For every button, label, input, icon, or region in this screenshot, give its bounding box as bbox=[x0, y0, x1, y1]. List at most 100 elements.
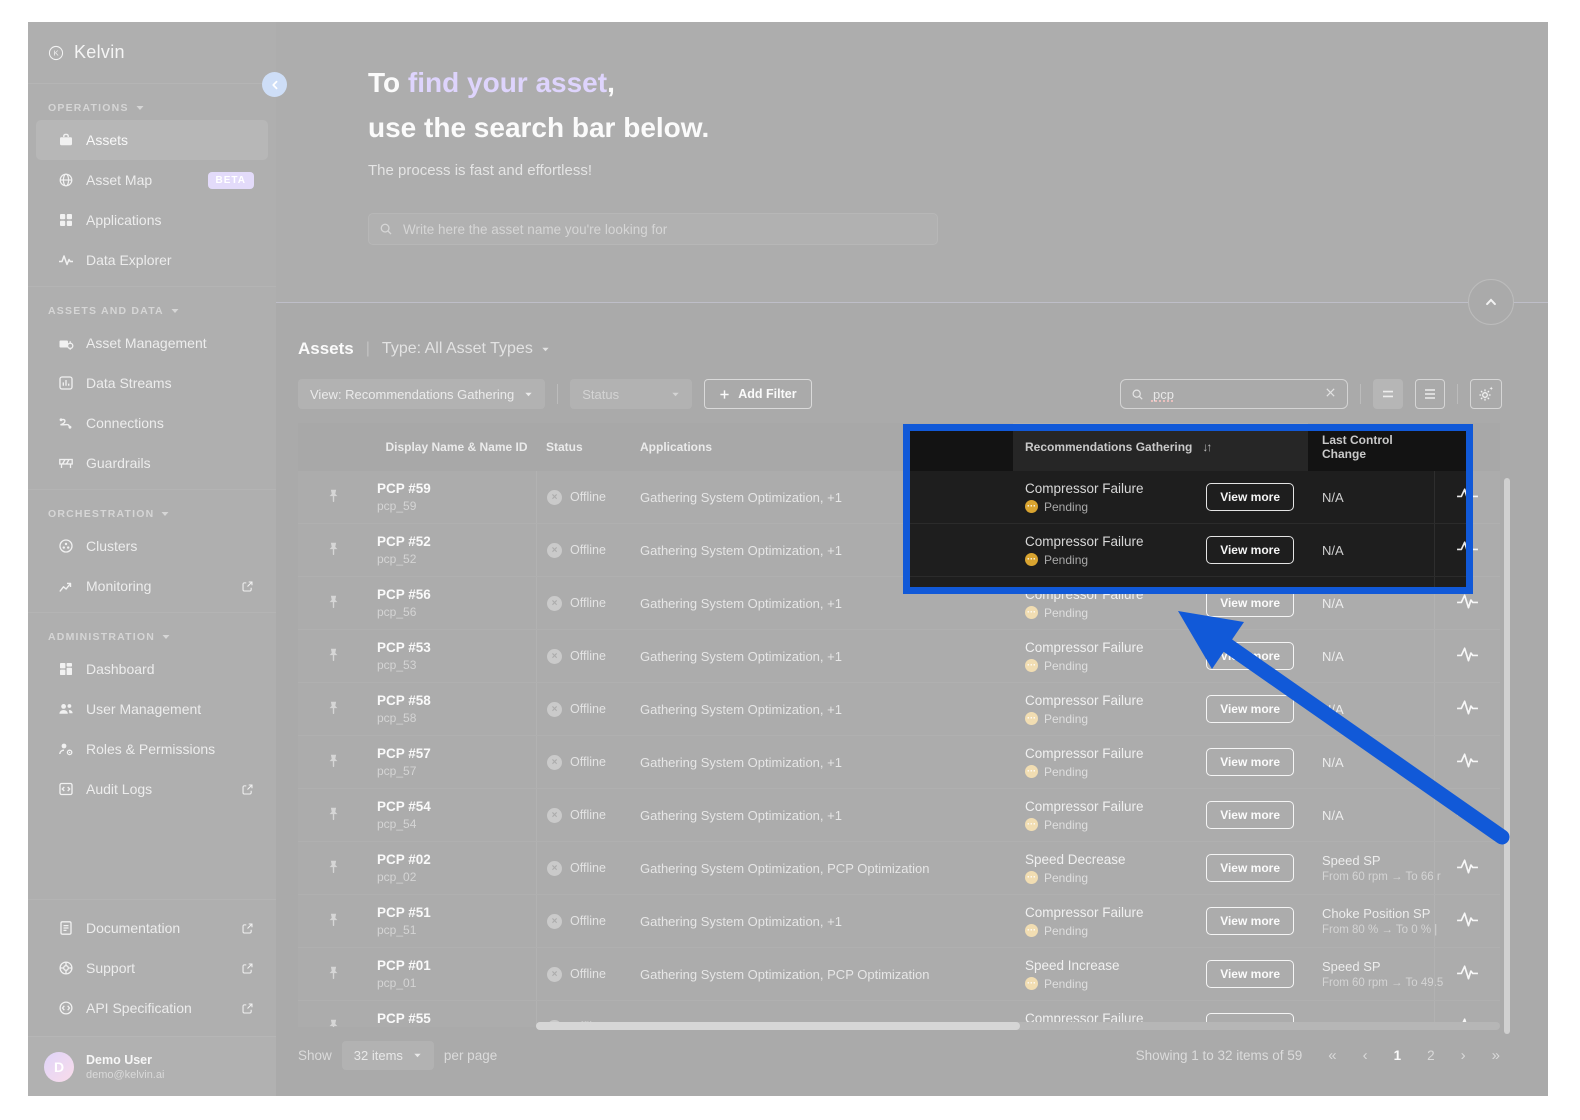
column-header-status[interactable]: Status bbox=[536, 423, 628, 471]
waveform-button[interactable] bbox=[1456, 804, 1479, 826]
asset-search[interactable] bbox=[368, 213, 938, 245]
view-more-button[interactable]: View more bbox=[1206, 960, 1294, 988]
asset-name[interactable]: PCP #52 bbox=[377, 534, 431, 549]
sidebar-item-user-management[interactable]: User Management bbox=[36, 689, 268, 729]
pin-button[interactable] bbox=[326, 912, 341, 930]
asset-name[interactable]: PCP #57 bbox=[377, 746, 431, 761]
pin-button[interactable] bbox=[326, 806, 341, 824]
table-row[interactable]: PCP #02 pcp_02 × Offline Gathering Syste… bbox=[298, 842, 1500, 895]
applications-label[interactable]: Gathering System Optimization, +1 bbox=[640, 755, 842, 770]
pin-button[interactable] bbox=[326, 700, 341, 718]
view-more-button[interactable]: View more bbox=[1206, 589, 1294, 617]
view-more-button[interactable]: View more bbox=[1206, 907, 1294, 935]
table-settings-button[interactable] bbox=[1470, 379, 1502, 409]
asset-name[interactable]: PCP #01 bbox=[377, 958, 431, 973]
pagination-prev-button[interactable]: ‹ bbox=[1363, 1047, 1368, 1064]
table-row[interactable]: PCP #57 pcp_57 × Offline Gathering Syste… bbox=[298, 736, 1500, 789]
applications-label[interactable]: Gathering System Optimization, PCP Optim… bbox=[640, 861, 930, 876]
sidebar-collapse-button[interactable] bbox=[262, 72, 287, 97]
table-row[interactable]: PCP #52 pcp_52 × Offline Gathering Syste… bbox=[298, 524, 1500, 577]
waveform-button[interactable] bbox=[1456, 751, 1479, 773]
sidebar-section-header[interactable]: ORCHESTRATION bbox=[28, 500, 276, 526]
view-more-button[interactable]: View more bbox=[1206, 854, 1294, 882]
pin-button[interactable] bbox=[326, 647, 341, 665]
sort-icon[interactable]: ↓↑ bbox=[1202, 440, 1210, 454]
asset-name[interactable]: PCP #59 bbox=[377, 481, 431, 496]
table-row[interactable]: PCP #56 pcp_56 × Offline Gathering Syste… bbox=[298, 577, 1500, 630]
column-header-applications[interactable]: Applications bbox=[628, 423, 1013, 471]
sidebar-item-roles-permissions[interactable]: Roles & Permissions bbox=[36, 729, 268, 769]
waveform-button[interactable] bbox=[1456, 539, 1479, 561]
sidebar-item-clusters[interactable]: Clusters bbox=[36, 526, 268, 566]
asset-name[interactable]: PCP #56 bbox=[377, 587, 431, 602]
pin-button[interactable] bbox=[326, 859, 341, 877]
view-more-button[interactable]: View more bbox=[1206, 748, 1294, 776]
asset-name[interactable]: PCP #55 bbox=[377, 1011, 431, 1026]
view-more-button[interactable]: View more bbox=[1206, 801, 1294, 829]
pin-button[interactable] bbox=[326, 541, 341, 559]
view-more-button[interactable]: View more bbox=[1206, 642, 1294, 670]
pin-button[interactable] bbox=[326, 594, 341, 612]
horizontal-scrollbar[interactable] bbox=[536, 1022, 1500, 1030]
horizontal-scrollbar-thumb[interactable] bbox=[536, 1022, 1020, 1030]
table-search[interactable] bbox=[1120, 379, 1348, 409]
applications-label[interactable]: Gathering System Optimization, +1 bbox=[640, 914, 842, 929]
sidebar-section-header[interactable]: OPERATIONS bbox=[28, 94, 276, 120]
sidebar-item-audit-logs[interactable]: Audit Logs bbox=[36, 769, 268, 809]
asset-name[interactable]: PCP #54 bbox=[377, 799, 431, 814]
vertical-scrollbar[interactable] bbox=[1504, 478, 1510, 1034]
sidebar-item-documentation[interactable]: Documentation bbox=[36, 908, 268, 948]
table-search-input[interactable] bbox=[1151, 386, 1317, 403]
view-more-button[interactable]: View more bbox=[1206, 483, 1294, 511]
applications-label[interactable]: Gathering System Optimization, +1 bbox=[640, 490, 842, 505]
table-row[interactable]: PCP #58 pcp_58 × Offline Gathering Syste… bbox=[298, 683, 1500, 736]
pin-button[interactable] bbox=[326, 488, 341, 506]
pagination-page-2[interactable]: 2 bbox=[1427, 1048, 1435, 1063]
sidebar-item-assets[interactable]: Assets bbox=[36, 120, 268, 160]
column-header-recommendations[interactable]: Recommendations Gathering ↓↑ bbox=[1013, 423, 1308, 471]
asset-search-input[interactable] bbox=[401, 221, 927, 238]
table-row[interactable]: PCP #59 pcp_59 × Offline Gathering Syste… bbox=[298, 471, 1500, 524]
applications-label[interactable]: Gathering System Optimization, +1 bbox=[640, 702, 842, 717]
pin-button[interactable] bbox=[326, 965, 341, 983]
pin-button[interactable] bbox=[326, 1018, 341, 1027]
sidebar-item-api-specification[interactable]: API Specification bbox=[36, 988, 268, 1028]
waveform-button[interactable] bbox=[1456, 857, 1479, 879]
waveform-button[interactable] bbox=[1456, 910, 1479, 932]
waveform-button[interactable] bbox=[1456, 486, 1479, 508]
status-filter[interactable]: Status bbox=[570, 379, 692, 409]
view-filter[interactable]: View: Recommendations Gathering bbox=[298, 379, 545, 409]
applications-label[interactable]: Gathering System Optimization, +1 bbox=[640, 649, 842, 664]
column-header-last-control-change[interactable]: Last Control Change bbox=[1308, 423, 1434, 471]
pin-button[interactable] bbox=[326, 753, 341, 771]
applications-label[interactable]: Gathering System Optimization, PCP Optim… bbox=[640, 967, 930, 982]
sidebar-section-header[interactable]: ADMINISTRATION bbox=[28, 623, 276, 649]
user-profile[interactable]: D Demo User demo@kelvin.ai bbox=[28, 1036, 276, 1096]
add-filter-button[interactable]: Add Filter bbox=[704, 379, 811, 409]
clear-search-button[interactable] bbox=[1324, 386, 1337, 402]
table-row[interactable]: PCP #53 pcp_53 × Offline Gathering Syste… bbox=[298, 630, 1500, 683]
sidebar-item-asset-map[interactable]: Asset MapBETA bbox=[36, 160, 268, 200]
table-row[interactable]: PCP #01 pcp_01 × Offline Gathering Syste… bbox=[298, 948, 1500, 1001]
view-more-button[interactable]: View more bbox=[1206, 695, 1294, 723]
sidebar-item-guardrails[interactable]: Guardrails bbox=[36, 443, 268, 483]
page-size-select[interactable]: 32 items bbox=[342, 1041, 434, 1070]
sidebar-item-data-streams[interactable]: Data Streams bbox=[36, 363, 268, 403]
asset-name[interactable]: PCP #58 bbox=[377, 693, 431, 708]
column-header-name[interactable]: Display Name & Name ID bbox=[368, 423, 536, 471]
brand-logo[interactable]: K Kelvin bbox=[28, 22, 276, 84]
waveform-button[interactable] bbox=[1456, 592, 1479, 614]
scroll-top-button[interactable] bbox=[1468, 279, 1514, 325]
pagination-last-button[interactable]: » bbox=[1492, 1047, 1500, 1064]
pagination-page-1[interactable]: 1 bbox=[1394, 1048, 1402, 1063]
pagination-next-button[interactable]: › bbox=[1461, 1047, 1466, 1064]
applications-label[interactable]: Gathering System Optimization, +1 bbox=[640, 596, 842, 611]
type-filter[interactable]: Type: All Asset Types bbox=[382, 340, 550, 358]
waveform-button[interactable] bbox=[1456, 963, 1479, 985]
sidebar-section-header[interactable]: ASSETS AND DATA bbox=[28, 297, 276, 323]
sidebar-item-asset-management[interactable]: Asset Management bbox=[36, 323, 268, 363]
sidebar-item-dashboard[interactable]: Dashboard bbox=[36, 649, 268, 689]
asset-name[interactable]: PCP #53 bbox=[377, 640, 431, 655]
table-row[interactable]: PCP #54 pcp_54 × Offline Gathering Syste… bbox=[298, 789, 1500, 842]
sidebar-item-support[interactable]: Support bbox=[36, 948, 268, 988]
